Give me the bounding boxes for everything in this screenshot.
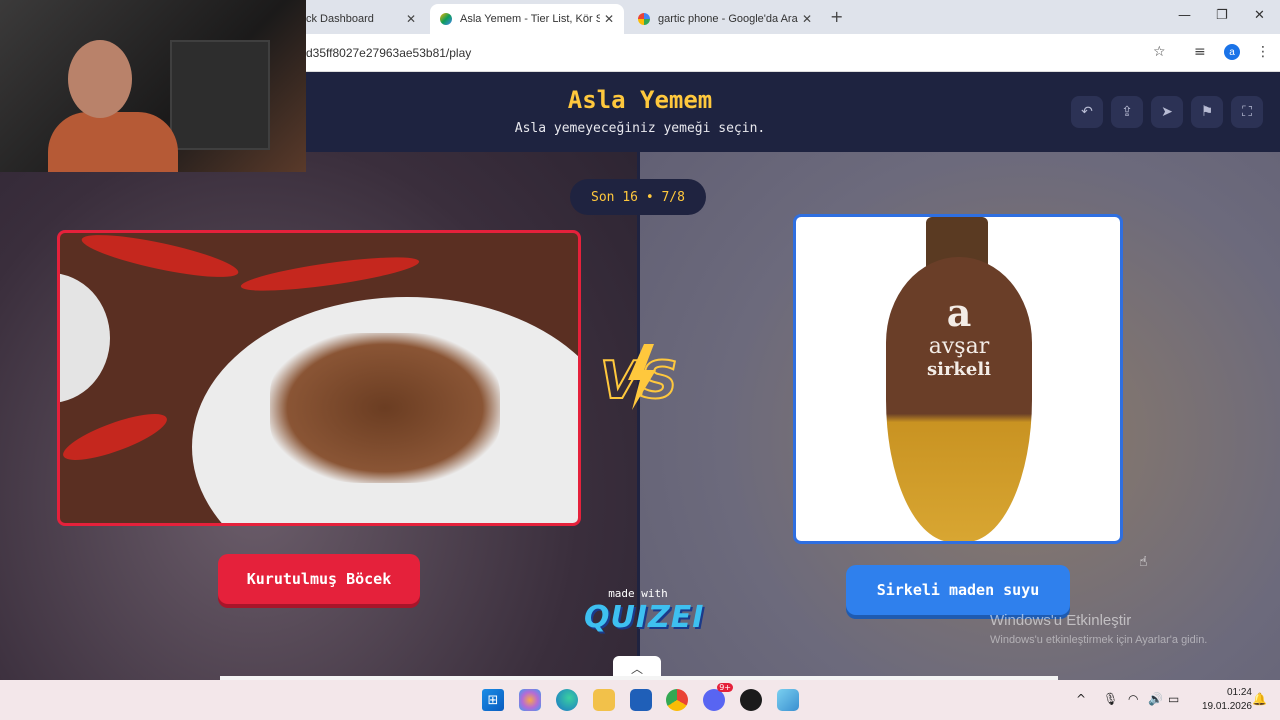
undo-button[interactable]: ↶ — [1071, 96, 1103, 128]
bottle-logo: a — [946, 290, 972, 335]
chili-pepper — [60, 405, 172, 469]
copilot-icon[interactable] — [519, 689, 541, 711]
report-button[interactable]: ⚑ — [1191, 96, 1223, 128]
clock-time: 01:24 — [1226, 687, 1252, 698]
flag-icon: ⚑ — [1200, 104, 1214, 120]
bottle-label: a avşar sirkeli — [886, 277, 1032, 381]
google-favicon-icon — [638, 13, 650, 25]
tab-google-search[interactable]: gartic phone - Google'da Ara ✕ — [628, 4, 822, 34]
taskbar-clock[interactable]: 01:24 19.01.2026 — [1192, 686, 1252, 714]
windows-activation-text: Windows'u etkinleştirmek için Ayarlar'a … — [990, 634, 1208, 646]
browser-menu-icon[interactable]: ⋮ — [1256, 44, 1270, 60]
fullscreen-button[interactable]: ⛶ — [1231, 96, 1263, 128]
webcam-overlay — [0, 0, 306, 172]
wifi-icon[interactable]: ◠ — [1128, 692, 1138, 706]
made-with-label: made with — [608, 587, 668, 600]
webcam-person-head — [68, 40, 132, 118]
store-icon[interactable] — [630, 689, 652, 711]
chrome-icon[interactable] — [666, 689, 688, 711]
chevron-up-icon: ︿ — [630, 661, 643, 676]
tab-asla-yemem[interactable]: Asla Yemem - Tier List, Kör Sıral ✕ — [430, 4, 624, 34]
webcam-background-shelf — [170, 40, 270, 150]
vs-emblem: VS — [599, 344, 679, 412]
share-icon: ⇪ — [1121, 104, 1133, 120]
dried-insects — [270, 333, 500, 483]
left-choice-image[interactable] — [57, 230, 581, 526]
chili-pepper — [79, 233, 241, 286]
discord-badge: 9+ — [717, 683, 733, 692]
tab-close-icon[interactable]: ✕ — [406, 12, 416, 26]
webcam-person-body — [48, 112, 178, 172]
tab-dashboard[interactable]: ck Dashboard ✕ — [296, 4, 426, 34]
app2-icon[interactable] — [777, 689, 799, 711]
bookmark-star-icon[interactable]: ☆ — [1153, 44, 1166, 60]
windows-taskbar: ⊞ 9+ ^ 🎙 ◠ 🔊 ▭ 🔔 — [0, 680, 1280, 720]
right-choice-image[interactable]: a avşar sirkeli — [793, 214, 1123, 544]
file-explorer-icon[interactable] — [593, 689, 615, 711]
restore-button[interactable]: ❐ — [1216, 8, 1228, 23]
notification-icon[interactable]: 🔔 — [1252, 692, 1267, 706]
profile-avatar[interactable]: a — [1224, 44, 1240, 60]
volume-icon[interactable]: 🔊 — [1148, 692, 1163, 706]
quizei-logo[interactable]: QUIZEI — [584, 600, 703, 635]
share-button[interactable]: ⇪ — [1111, 96, 1143, 128]
app-icon[interactable] — [740, 689, 762, 711]
tab-title: gartic phone - Google'da Ara — [658, 13, 798, 25]
url-text: d35ff8027e27963ae53b81/play — [306, 46, 472, 60]
tab-close-icon[interactable]: ✕ — [604, 12, 614, 26]
bottle-brand: avşar — [928, 334, 990, 359]
discord-icon[interactable]: 9+ — [703, 683, 733, 711]
new-tab-button[interactable]: + — [830, 7, 843, 26]
start-icon[interactable]: ⊞ — [482, 689, 504, 711]
tab-title: Asla Yemem - Tier List, Kör Sıral — [460, 13, 600, 25]
tab-title: ck Dashboard — [306, 13, 374, 25]
left-choice-button[interactable]: Kurutulmuş Böcek — [218, 554, 420, 604]
minimize-button[interactable]: — — [1178, 8, 1191, 23]
quiz-title: Asla Yemem — [567, 86, 713, 114]
round-counter: Son 16 • 7/8 — [570, 179, 706, 215]
side-plate — [60, 273, 110, 403]
clock-date: 19.01.2026 — [1201, 701, 1252, 712]
close-window-button[interactable]: ✕ — [1254, 8, 1265, 23]
windows-activation-title: Windows'u Etkinleştir — [990, 612, 1132, 629]
tray-expand-icon[interactable]: ^ — [1076, 692, 1086, 706]
fullscreen-icon: ⛶ — [1242, 104, 1252, 120]
send-button[interactable]: ➤ — [1151, 96, 1183, 128]
battery-icon[interactable]: ▭ — [1168, 692, 1179, 706]
bottle-product: sirkeli — [926, 359, 992, 380]
quiz-subtitle: Asla yemeyeceğiniz yemeği seçin. — [514, 121, 766, 136]
right-choice-button[interactable]: Sirkeli maden suyu — [846, 565, 1070, 615]
site-favicon-icon — [440, 13, 452, 25]
microphone-icon[interactable]: 🎙 — [1103, 692, 1118, 706]
edge-icon[interactable] — [556, 689, 578, 711]
undo-icon: ↶ — [1081, 104, 1093, 120]
send-icon: ➤ — [1161, 104, 1173, 120]
tab-close-icon[interactable]: ✕ — [802, 12, 812, 26]
media-control-icon[interactable]: ≡ — [1194, 44, 1206, 60]
chili-pepper — [239, 250, 421, 298]
address-bar[interactable]: d35ff8027e27963ae53b81/play — [300, 39, 1180, 67]
hand-cursor-icon: ☝ — [1139, 554, 1148, 570]
